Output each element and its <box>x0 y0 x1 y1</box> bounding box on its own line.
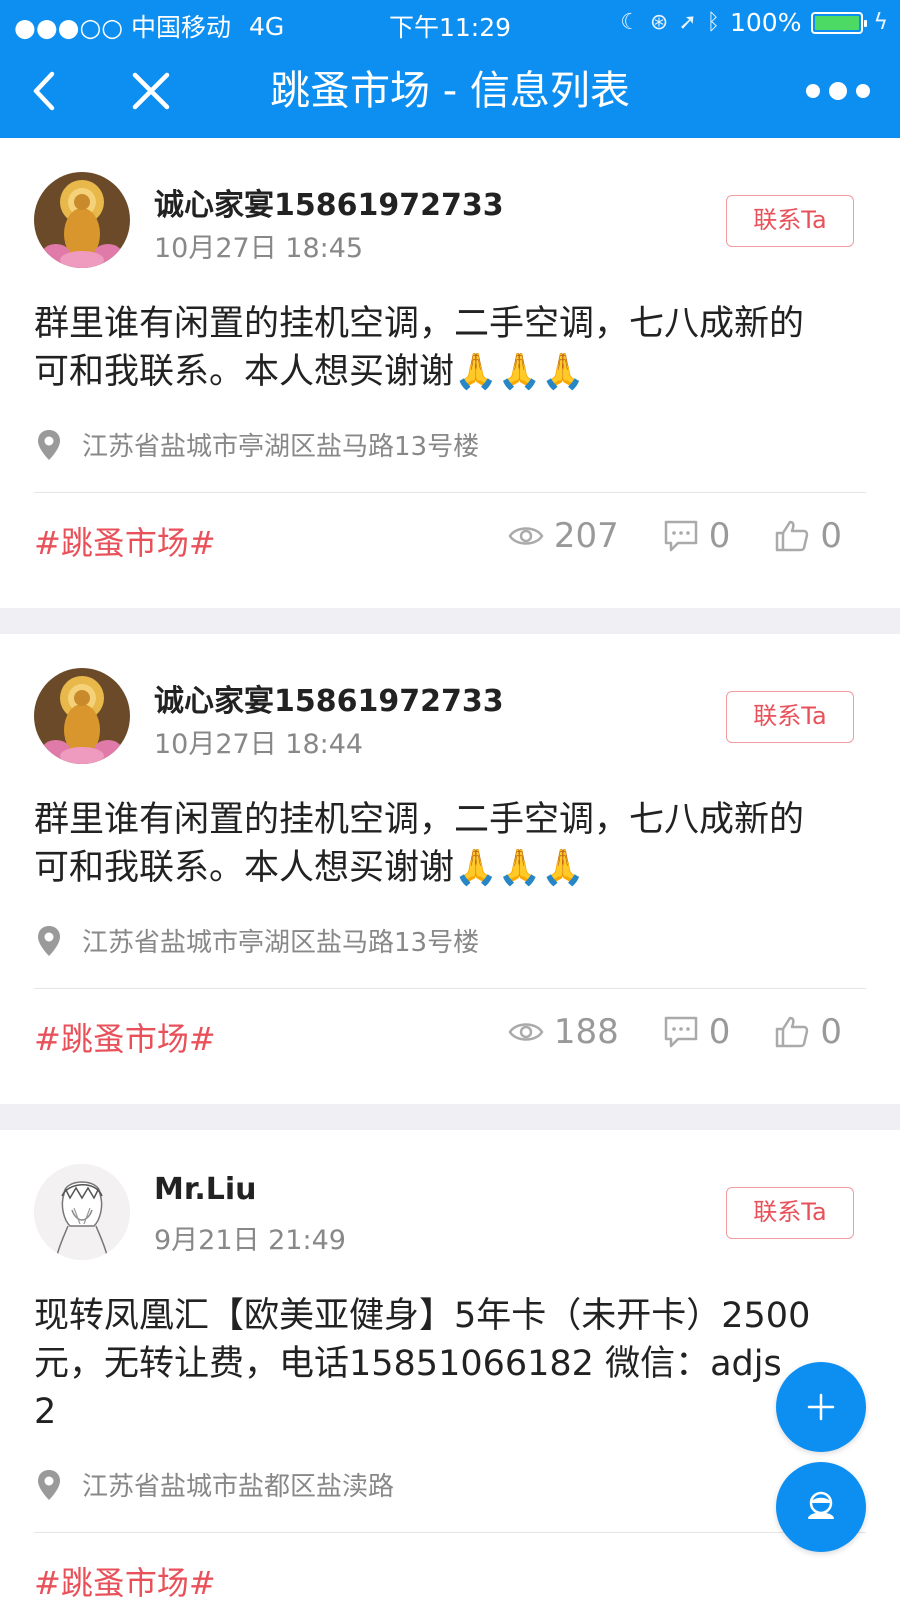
author-name[interactable]: Mr.Liu <box>154 1172 257 1207</box>
more-button[interactable] <box>806 78 870 104</box>
divider <box>34 1532 866 1533</box>
buddha-avatar-icon <box>34 172 130 268</box>
contact-button[interactable]: 联系Ta <box>726 691 854 743</box>
rotation-lock-icon: ⊛ <box>649 10 669 35</box>
thumbs-up-icon <box>776 520 809 552</box>
more-icon <box>806 84 820 98</box>
post-content[interactable]: 群里谁有闲置的挂机空调，二手空调，七八成新的 可和我联系。本人想买谢谢🙏🙏🙏 <box>34 300 854 396</box>
location-text: 江苏省盐城市亭湖区盐马路13号楼 <box>82 432 480 462</box>
moon-icon: ☾ <box>620 10 640 35</box>
likes-stat[interactable]: 0 <box>774 1012 842 1052</box>
post-stats: 207 0 0 <box>508 516 842 556</box>
views-stat: 188 <box>508 1012 619 1052</box>
comments-count: 0 <box>708 516 731 556</box>
post-content[interactable]: 群里谁有闲置的挂机空调，二手空调，七八成新的 可和我联系。本人想买谢谢🙏🙏🙏 <box>34 796 854 892</box>
author-name[interactable]: 诚心家宴15861972733 <box>154 676 504 720</box>
plus-icon <box>807 1393 835 1421</box>
charging-icon: ϟ <box>873 10 888 35</box>
avatar[interactable] <box>34 1164 130 1260</box>
post-content-line: 可和我联系。本人想买谢谢🙏🙏🙏 <box>34 352 585 392</box>
views-count: 188 <box>553 1012 619 1052</box>
post-card[interactable]: 诚心家宴15861972733 10月27日 18:45 联系Ta 群里谁有闲置… <box>0 138 900 608</box>
contact-button[interactable]: 联系Ta <box>726 1187 854 1239</box>
location-pin-icon <box>38 925 60 956</box>
post-card[interactable]: Mr.Liu 9月21日 21:49 联系Ta 现转凤凰汇【欧美亚健身】5年卡（… <box>0 1130 900 1600</box>
my-profile-button[interactable] <box>776 1462 866 1552</box>
post-content[interactable]: 现转凤凰汇【欧美亚健身】5年卡（未开卡）2500 元，无转让费，电话158510… <box>34 1292 854 1436</box>
buddha-avatar-icon <box>34 668 130 764</box>
battery-fill <box>815 15 860 30</box>
comments-count: 0 <box>708 1012 731 1052</box>
post-card[interactable]: 诚心家宴15861972733 10月27日 18:44 联系Ta 群里谁有闲置… <box>0 634 900 1104</box>
likes-count: 0 <box>820 516 842 556</box>
post-content-line: 2 <box>34 1392 57 1432</box>
topic-tag[interactable]: #跳蚤市场# <box>34 518 216 564</box>
post-content-line: 群里谁有闲置的挂机空调，二手空调，七八成新的 <box>34 800 805 840</box>
more-icon-dot <box>829 82 847 100</box>
location-row: 江苏省盐城市亭湖区盐马路13号楼 <box>34 426 479 463</box>
more-icon-dot <box>856 84 870 98</box>
comments-stat[interactable]: 0 <box>663 516 731 556</box>
user-icon <box>808 1491 834 1519</box>
location-pin-icon <box>38 429 60 460</box>
likes-stat[interactable]: 0 <box>774 516 842 556</box>
post-stats: 188 0 0 <box>508 1012 842 1052</box>
location-row: 江苏省盐城市盐都区盐渎路 <box>34 1466 394 1503</box>
divider <box>34 988 866 989</box>
avatar[interactable] <box>34 172 130 268</box>
contact-button[interactable]: 联系Ta <box>726 195 854 247</box>
avatar[interactable] <box>34 668 130 764</box>
views-count: 207 <box>553 516 619 556</box>
post-content-line: 现转凤凰汇【欧美亚健身】5年卡（未开卡）2500 <box>34 1296 811 1336</box>
battery-percent: 100% <box>730 8 802 37</box>
bluetooth-icon: ᛒ <box>706 10 720 35</box>
post-content-line: 群里谁有闲置的挂机空调，二手空调，七八成新的 <box>34 304 805 344</box>
nav-bar: 跳蚤市场 - 信息列表 <box>0 44 900 138</box>
post-time: 10月27日 18:44 <box>154 729 364 760</box>
eye-icon <box>508 1023 544 1041</box>
page-title: 跳蚤市场 - 信息列表 <box>270 68 630 114</box>
post-time: 9月21日 21:49 <box>154 1225 346 1256</box>
views-stat: 207 <box>508 516 619 556</box>
battery-icon <box>811 11 868 34</box>
post-content-line: 元，无转让费，电话15851066182 微信：adjs <box>34 1344 782 1384</box>
location-text: 江苏省盐城市亭湖区盐马路13号楼 <box>82 928 480 958</box>
location-arrow-icon: ➚ <box>678 10 697 35</box>
location-pin-icon <box>38 1469 60 1500</box>
eye-icon <box>508 527 544 545</box>
post-time: 10月27日 18:45 <box>154 233 364 264</box>
topic-tag[interactable]: #跳蚤市场# <box>34 1558 216 1600</box>
location-row: 江苏省盐城市亭湖区盐马路13号楼 <box>34 922 479 959</box>
likes-count: 0 <box>820 1012 842 1052</box>
comments-stat[interactable]: 0 <box>663 1012 731 1052</box>
topic-tag[interactable]: #跳蚤市场# <box>34 1014 216 1060</box>
post-content-line: 可和我联系。本人想买谢谢🙏🙏🙏 <box>34 848 585 888</box>
status-bar: ●●●○○ 中国移动 4G 下午11:29 ☾ ⊛ ➚ ᛒ 100% ϟ <box>0 0 900 44</box>
author-name[interactable]: 诚心家宴15861972733 <box>154 180 504 224</box>
thumbs-up-icon <box>776 1016 809 1048</box>
location-text: 江苏省盐城市盐都区盐渎路 <box>82 1472 395 1502</box>
divider <box>34 492 866 493</box>
add-post-button[interactable] <box>776 1362 866 1452</box>
comment-icon <box>664 1016 697 1048</box>
sketch-avatar-icon <box>34 1164 130 1260</box>
comment-icon <box>664 520 697 552</box>
status-bar-right: ☾ ⊛ ➚ ᛒ 100% ϟ <box>620 8 888 37</box>
